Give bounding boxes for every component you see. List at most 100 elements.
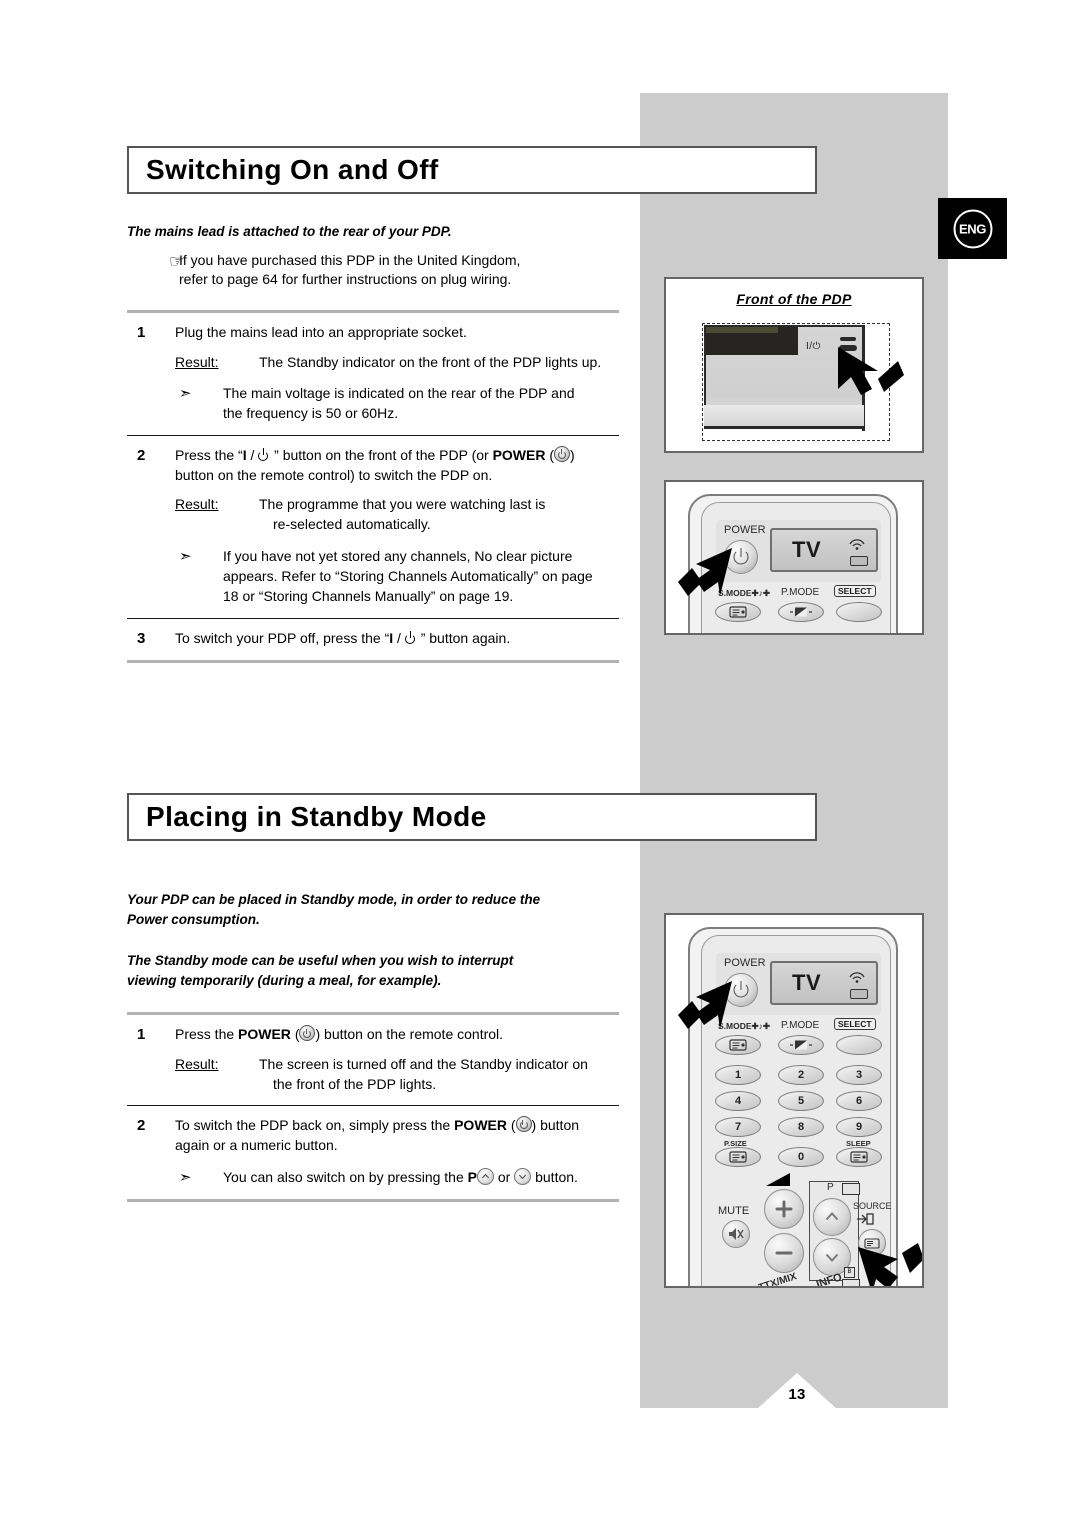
pdp-power-label: I/⏻ (806, 341, 821, 352)
remote-select-label: SELECT (834, 1018, 876, 1030)
step-content: To switch your PDP off, press the “I / ”… (175, 628, 619, 648)
remote-select-button[interactable] (836, 1035, 882, 1055)
remote-select-button[interactable] (836, 602, 882, 622)
step-number: 3 (137, 629, 146, 647)
sb-divider-bottom (127, 1199, 619, 1203)
channel-down-icon (514, 1167, 532, 1185)
document-page: 13 ENG Switching On and Off The mains le… (0, 0, 1080, 1525)
remote-sleep-button[interactable] (836, 1147, 882, 1167)
sleep-glyph-icon (850, 1151, 868, 1163)
result-label: Result: (175, 1055, 219, 1072)
page-title: Switching On and Off (146, 154, 439, 185)
illustration-front-of-pdp: Front of the PDP I/⏻ (664, 277, 924, 453)
result-text: The screen is turned off and the Standby… (259, 1055, 588, 1092)
pdp-screen-highlight (706, 327, 778, 333)
pmode-glyph-icon (790, 607, 812, 617)
pointer-arrow-icon (678, 981, 732, 1029)
remote-volume-up-button[interactable] (764, 1189, 804, 1229)
standby-intro-1: Your PDP can be placed in Standby mode, … (127, 892, 541, 927)
volume-wedge-icon (766, 1173, 790, 1186)
page-number: 13 (788, 1386, 806, 1403)
bullet-row: ➣ You can also switch on by pressing the… (175, 1167, 619, 1189)
section-2-title: Placing in Standby Mode (146, 801, 487, 832)
divider-bottom (127, 659, 619, 663)
remote-power-label: POWER (724, 957, 766, 969)
result-row: Result: The screen is turned off and the… (175, 1054, 619, 1095)
remote-display: TV (770, 528, 878, 572)
remote-mute-button[interactable] (722, 1220, 750, 1248)
remote-p-label: P (827, 1182, 834, 1193)
bullet-text: You can also switch on by pressing the P… (223, 1167, 619, 1189)
remote-key-7[interactable]: 7 (715, 1117, 761, 1137)
step-number: 2 (137, 446, 146, 464)
psize-glyph-icon (729, 1151, 747, 1163)
remote-pmode-label: P.MODE (781, 1020, 820, 1031)
channel-up-icon (476, 1167, 494, 1185)
remote-channel-up-button[interactable] (813, 1198, 851, 1236)
step-2: 2 Press the “I / ” button on the front o… (127, 436, 619, 618)
step-content: Press the POWER () button on the remote … (175, 1024, 619, 1094)
step-line: Plug the mains lead into an appropriate … (175, 324, 467, 341)
minus-icon (775, 1251, 793, 1255)
arrowhead-bullet-icon: ➣ (179, 547, 192, 565)
signal-icon (849, 539, 865, 550)
source-input-icon (857, 1213, 874, 1225)
remote-key-9[interactable]: 9 (836, 1117, 882, 1137)
step-line: To switch your PDP off, press the “I / ”… (175, 629, 511, 646)
remote-pmode-button[interactable] (778, 602, 824, 622)
mute-icon (729, 1228, 744, 1240)
arrowhead-bullet-icon: ➣ (179, 1168, 192, 1186)
power-word: POWER (492, 446, 546, 463)
remote-key-0[interactable]: 0 (778, 1147, 824, 1167)
bullet-text: If you have not yet stored any channels,… (223, 547, 593, 605)
pointer-arrow-icon (838, 347, 904, 395)
illustration-caption: Front of the PDP (736, 291, 852, 307)
sb-step-1: 1 Press the POWER () button on the remot… (127, 1015, 619, 1105)
plus-icon (775, 1200, 793, 1218)
remote-power-label: POWER (724, 524, 766, 536)
section-title-switching: Switching On and Off (127, 146, 817, 194)
section-title-standby: Placing in Standby Mode (127, 793, 817, 841)
remote-psize-button[interactable] (715, 1147, 761, 1167)
remote-key-2[interactable]: 2 (778, 1065, 824, 1085)
pointer-arrow-icon-2 (858, 1243, 922, 1286)
language-badge-label: ENG (953, 209, 992, 248)
chevron-down-icon (825, 1253, 839, 1262)
remote-key-5[interactable]: 5 (778, 1091, 824, 1111)
standby-intro-2: The Standby mode can be useful when you … (127, 953, 514, 988)
smode-glyph-icon (729, 606, 747, 618)
note-row: ☞ If you have purchased this PDP in the … (127, 251, 619, 291)
remote-key-3[interactable]: 3 (836, 1065, 882, 1085)
switching-body: The mains lead is attached to the rear o… (127, 222, 619, 663)
step-3: 3 To switch your PDP off, press the “I /… (127, 619, 619, 660)
remote-volume-down-button[interactable] (764, 1233, 804, 1273)
pmode-glyph-icon (790, 1040, 812, 1050)
bullet-text: The main voltage is indicated on the rea… (223, 384, 575, 422)
power-symbol-icon (258, 447, 270, 461)
power-button-icon (299, 1025, 316, 1042)
step-content: Press the “I / ” button on the front of … (175, 445, 619, 607)
standby-body: Your PDP can be placed in Standby mode, … (127, 890, 619, 1203)
step-content: Plug the mains lead into an appropriate … (175, 322, 619, 423)
step-number: 1 (137, 1026, 146, 1044)
pointer-arrow-icon (678, 548, 732, 596)
remote-key-1[interactable]: 1 (715, 1065, 761, 1085)
power-button-icon (515, 1116, 532, 1133)
power-button-icon (554, 445, 571, 462)
power-symbol-icon (404, 630, 417, 644)
sb-bullet-line: You can also switch on by pressing the P… (223, 1167, 578, 1185)
result-label: Result: (175, 496, 219, 513)
remote-key-6[interactable]: 6 (836, 1091, 882, 1111)
remote-teletext-btn-a[interactable] (842, 1183, 860, 1195)
remote-teletext-btn-b[interactable]: B (844, 1267, 855, 1278)
step-line: Press the “I / ” button on the front of … (175, 445, 575, 463)
step-content: To switch the PDP back on, simply press … (175, 1115, 619, 1188)
remote-select-label: SELECT (834, 585, 876, 597)
remote-key-8[interactable]: 8 (778, 1117, 824, 1137)
remote-pmode-button[interactable] (778, 1035, 824, 1055)
pdp-led-indicator-top (840, 337, 856, 341)
step-line: button on the remote control) to switch … (175, 466, 493, 483)
bullet-row: ➣ If you have not yet stored any channel… (175, 546, 619, 607)
remote-key-4[interactable]: 4 (715, 1091, 761, 1111)
result-row: Result: The Standby indicator on the fro… (175, 352, 619, 372)
